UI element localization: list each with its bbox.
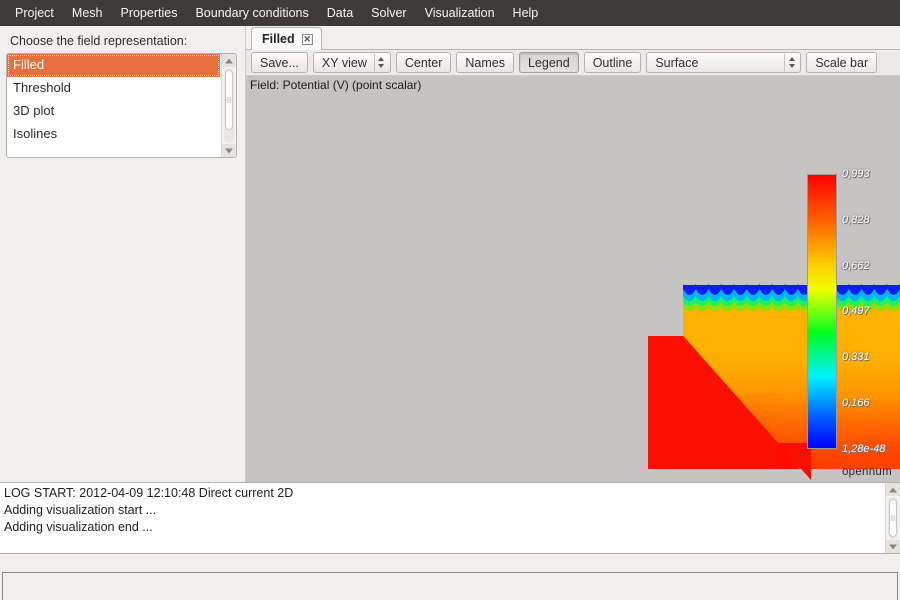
choose-representation-label: Choose the field representation: bbox=[10, 34, 188, 48]
log-line: Adding visualization end ... bbox=[4, 520, 153, 534]
spinner-arrows-icon-2[interactable] bbox=[784, 54, 798, 71]
menu-item-properties[interactable]: Properties bbox=[111, 2, 186, 24]
field-representation-panel: Choose the field representation: Filled … bbox=[0, 26, 245, 482]
view-orientation-value: XY view bbox=[321, 55, 367, 70]
grip-icon bbox=[890, 515, 896, 522]
menu-item-boundary-conditions[interactable]: Boundary conditions bbox=[186, 2, 317, 24]
application-watermark: opennum bbox=[841, 466, 892, 478]
log-text: LOG START: 2012-04-09 12:10:48 Direct cu… bbox=[0, 483, 900, 538]
tab-close-icon[interactable]: ✕ bbox=[301, 33, 313, 45]
color-legend-tick-label: 1,28e-48 bbox=[842, 443, 886, 455]
chevron-down-icon bbox=[889, 544, 897, 549]
menu-item-data[interactable]: Data bbox=[318, 2, 362, 24]
menu-bar: Project Mesh Properties Boundary conditi… bbox=[0, 0, 900, 26]
menu-item-mesh[interactable]: Mesh bbox=[63, 2, 112, 24]
scroll-down-button[interactable] bbox=[222, 144, 236, 157]
representation-mode-selector[interactable]: Surface bbox=[646, 52, 802, 73]
scroll-thumb[interactable] bbox=[225, 70, 233, 130]
view-orientation-selector[interactable]: XY view bbox=[312, 52, 391, 73]
log-line: Adding visualization start ... bbox=[4, 503, 157, 517]
field-representation-list-items: Filled Threshold 3D plot Isolines bbox=[7, 54, 220, 146]
menu-item-solver[interactable]: Solver bbox=[362, 2, 415, 24]
color-legend-tick-label: 0,828 bbox=[842, 213, 870, 226]
list-item-threshold[interactable]: Threshold bbox=[7, 77, 220, 100]
center-button[interactable]: Center bbox=[395, 52, 452, 73]
color-legend-gradient bbox=[808, 175, 836, 448]
log-panel[interactable]: LOG START: 2012-04-09 12:10:48 Direct cu… bbox=[0, 482, 900, 554]
tab-strip: Filled ✕ bbox=[246, 26, 900, 50]
tab-label: Filled bbox=[262, 32, 295, 46]
save-button[interactable]: Save... bbox=[251, 52, 308, 73]
grip-icon bbox=[226, 97, 232, 104]
chevron-up-icon bbox=[225, 58, 233, 63]
scroll-track[interactable] bbox=[224, 68, 234, 143]
field-representation-list[interactable]: Filled Threshold 3D plot Isolines bbox=[6, 53, 237, 158]
chevron-up-icon bbox=[889, 487, 897, 492]
scroll-up-button[interactable] bbox=[222, 54, 236, 67]
color-legend-tick-label: 0,497 bbox=[842, 305, 870, 318]
color-legend-bar bbox=[807, 174, 837, 449]
chevron-down-icon bbox=[225, 148, 233, 153]
menu-item-visualization[interactable]: Visualization bbox=[416, 2, 504, 24]
log-scroll-track[interactable] bbox=[888, 497, 898, 539]
outline-button[interactable]: Outline bbox=[583, 52, 642, 73]
status-bar bbox=[2, 572, 898, 600]
color-legend-tick-label: 0,662 bbox=[842, 259, 870, 272]
log-scroll-down-button[interactable] bbox=[886, 540, 900, 553]
potential-field-plot bbox=[648, 284, 900, 480]
field-info-label: Field: Potential (V) (point scalar) bbox=[246, 76, 900, 95]
color-legend-tick-label: 0,331 bbox=[842, 351, 870, 364]
log-line: LOG START: 2012-04-09 12:10:48 Direct cu… bbox=[4, 486, 294, 500]
menu-item-help[interactable]: Help bbox=[504, 2, 548, 24]
log-scroll-thumb[interactable] bbox=[889, 499, 897, 537]
names-button[interactable]: Names bbox=[456, 52, 514, 73]
work-area: Choose the field representation: Filled … bbox=[0, 26, 900, 482]
field-list-scrollbar[interactable] bbox=[221, 54, 236, 157]
color-legend-tick-label: 0,166 bbox=[842, 397, 870, 410]
list-item-isolines[interactable]: Isolines bbox=[7, 123, 220, 146]
list-item-filled[interactable]: Filled bbox=[7, 54, 220, 77]
color-legend-tick-label: 0,993 bbox=[842, 168, 870, 180]
legend-toggle-button[interactable]: Legend bbox=[518, 52, 579, 73]
menu-item-project[interactable]: Project bbox=[6, 2, 63, 24]
list-item-3d-plot[interactable]: 3D plot bbox=[7, 100, 220, 123]
log-scroll-up-button[interactable] bbox=[886, 483, 900, 496]
render-canvas[interactable]: 0,993 0,828 0,662 0,497 0,331 0,166 1,28e-48 o… bbox=[246, 95, 900, 482]
representation-mode-value: Surface bbox=[655, 55, 699, 70]
visualization-toolbar: Save... XY view Center Names Legend Outl… bbox=[246, 50, 900, 76]
scale-bar-button[interactable]: Scale bar bbox=[806, 52, 878, 73]
visualization-panel: Filled ✕ Save... XY view Center Names Le… bbox=[245, 26, 900, 482]
log-scrollbar[interactable] bbox=[885, 483, 900, 553]
spinner-arrows-icon[interactable] bbox=[373, 54, 388, 71]
tab-filled[interactable]: Filled ✕ bbox=[251, 27, 322, 50]
panel-gap bbox=[0, 554, 900, 572]
